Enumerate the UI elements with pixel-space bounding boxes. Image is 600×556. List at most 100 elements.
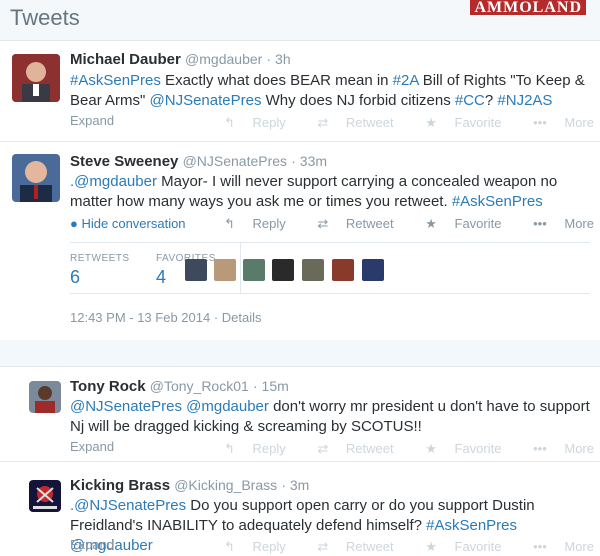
conversation-gap (0, 340, 600, 367)
reply-button[interactable]: ↰ Reply (210, 115, 286, 130)
hashtag-link[interactable]: #NJ2AS (497, 92, 552, 109)
tweet-line: @NJSenatePres @mgdauber don't worry mr p… (70, 397, 590, 417)
favoriter-avatar[interactable] (243, 259, 265, 281)
mention-link[interactable]: @NJSenatePres (150, 92, 262, 109)
avatar[interactable] (12, 54, 60, 102)
tweet-steve-sweeney[interactable]: Steve Sweeney @NJSenatePres · 33m .@mgda… (0, 142, 600, 341)
tweet-time[interactable]: 15m (262, 378, 289, 394)
hashtag-link[interactable]: #AskSenPres (70, 72, 161, 89)
tweet-line: .@NJSenatePres Do you support open carry… (70, 496, 595, 516)
tweet-text-segment: matter how many ways you ask me or times… (70, 193, 452, 210)
avatar[interactable] (29, 381, 61, 413)
retweet-button[interactable]: ⇄ Retweet (303, 539, 393, 554)
favoriter-avatar[interactable] (185, 259, 207, 281)
expand-link[interactable]: Expand (70, 439, 114, 454)
reply-icon: ↰ (223, 539, 235, 554)
tweet-text-segment: Bear Arms" (70, 92, 150, 109)
tweet-michael-dauber[interactable]: Michael Dauber @mgdauber · 3h #AskSenPre… (0, 41, 600, 142)
tweet-text: #AskSenPres Exactly what does BEAR mean … (70, 71, 590, 111)
timeline-header: Tweets AMMOLAND (0, 0, 600, 41)
author-name[interactable]: Steve Sweeney (70, 153, 178, 170)
mention-link[interactable]: @mgdauber (186, 398, 269, 415)
hashtag-link[interactable]: #AskSenPres (452, 193, 543, 210)
more-button[interactable]: ••• More (519, 115, 594, 130)
tweet-text-segment: ? (484, 92, 498, 109)
hide-conversation-link[interactable]: ● Hide conversation (70, 216, 186, 231)
reply-button[interactable]: ↰ Reply (210, 539, 286, 554)
tweet-line: Nj will be dragged kicking & screaming b… (70, 417, 590, 437)
stats-bar: RETWEETS 6 FAVORITES 4 (70, 242, 590, 294)
tweet-line: #AskSenPres Exactly what does BEAR mean … (70, 71, 590, 91)
retweet-button[interactable]: ⇄ Retweet (303, 115, 393, 130)
star-icon: ★ (425, 216, 437, 231)
author-name[interactable]: Tony Rock (70, 378, 146, 395)
favoriter-avatar[interactable] (214, 259, 236, 281)
more-dots-icon: ••• (533, 539, 547, 554)
author-handle[interactable]: @NJSenatePres (183, 153, 287, 169)
retweets-label: RETWEETS (70, 253, 130, 264)
avatar-logo-icon (29, 480, 61, 512)
hashtag-link[interactable]: #2A (393, 72, 419, 89)
mention-link[interactable]: .@NJSenatePres (70, 497, 186, 514)
author-handle[interactable]: @Tony_Rock01 (150, 378, 249, 394)
retweet-button[interactable]: ⇄ Retweet (303, 216, 393, 231)
reply-button[interactable]: ↰ Reply (210, 216, 286, 231)
retweet-icon: ⇄ (317, 441, 329, 456)
more-dots-icon: ••• (533, 441, 547, 456)
tweet-line: matter how many ways you ask me or times… (70, 192, 590, 212)
tweet-time[interactable]: 3h (275, 51, 291, 67)
favorite-button[interactable]: ★ Favorite (411, 441, 501, 456)
author-handle[interactable]: @mgdauber (185, 51, 262, 67)
more-button[interactable]: ••• More (519, 539, 594, 554)
favorite-button[interactable]: ★ Favorite (411, 115, 501, 130)
avatar[interactable] (29, 480, 61, 512)
tweet-line: .@mgdauber Mayor- I will never support c… (70, 172, 590, 192)
author-name[interactable]: Kicking Brass (70, 477, 170, 494)
favoriter-avatar[interactable] (362, 259, 384, 281)
tweet-text: .@mgdauber Mayor- I will never support c… (70, 172, 590, 212)
hashtag-link[interactable]: #CC (455, 92, 485, 109)
avatar-photo-icon (12, 54, 60, 102)
tweet-text: @NJSenatePres @mgdauber don't worry mr p… (70, 397, 590, 437)
tweet-time[interactable]: 3m (290, 477, 309, 493)
author-name[interactable]: Michael Dauber (70, 51, 181, 68)
tweet-line: Bear Arms" @NJSenatePres Why does NJ for… (70, 91, 590, 111)
tweet-text-segment: Exactly what does BEAR mean in (160, 72, 393, 89)
watermark-logo: AMMOLAND (470, 0, 586, 16)
star-icon: ★ (425, 441, 437, 456)
tweet-kicking-brass[interactable]: Kicking Brass @Kicking_Brass · 3m .@NJSe… (0, 462, 600, 555)
favoriter-avatar[interactable] (272, 259, 294, 281)
avatar-photo-icon (29, 381, 61, 413)
more-button[interactable]: ••• More (519, 441, 594, 456)
reply-button[interactable]: ↰ Reply (210, 441, 286, 456)
avatar[interactable] (12, 154, 60, 202)
favoriter-avatar[interactable] (302, 259, 324, 281)
more-button[interactable]: ••• More (519, 216, 594, 231)
star-icon: ★ (425, 115, 437, 130)
reply-icon: ↰ (223, 115, 235, 130)
favorite-button[interactable]: ★ Favorite (411, 539, 501, 554)
favoriter-avatar[interactable] (332, 259, 354, 281)
retweet-icon: ⇄ (317, 539, 329, 554)
tweet-text-segment: Why does NJ forbid citizens (261, 92, 455, 109)
author-handle[interactable]: @Kicking_Brass (174, 477, 277, 493)
favorite-button[interactable]: ★ Favorite (411, 216, 501, 231)
retweets-count[interactable]: 6 (70, 267, 80, 288)
expand-link[interactable]: Expand (70, 537, 114, 552)
tweet-time[interactable]: 33m (300, 153, 327, 169)
expand-link[interactable]: Expand (70, 113, 114, 128)
tweet-text-segment: Mayor- I will never support carrying a c… (156, 173, 558, 190)
more-dots-icon: ••• (533, 115, 547, 130)
tweet-text-segment: Nj will be dragged kicking & screaming b… (70, 418, 422, 435)
retweet-button[interactable]: ⇄ Retweet (303, 441, 393, 456)
tweet-tony-rock[interactable]: Tony Rock @Tony_Rock01 · 15m @NJSenatePr… (0, 367, 600, 462)
tweet-actions: ↰ Reply ⇄ Retweet ★ Favorite ••• More (196, 115, 594, 131)
mention-link[interactable]: @NJSenatePres (70, 398, 182, 415)
avatar-photo-icon (12, 154, 60, 202)
reply-icon: ↰ (223, 441, 235, 456)
tweet-timestamp[interactable]: 12:43 PM - 13 Feb 2014 · Details (70, 310, 262, 325)
favorites-count[interactable]: 4 (156, 267, 166, 288)
hashtag-link[interactable]: #AskSenPres (426, 517, 517, 534)
retweet-icon: ⇄ (317, 115, 329, 130)
mention-link[interactable]: .@mgdauber (70, 173, 157, 190)
